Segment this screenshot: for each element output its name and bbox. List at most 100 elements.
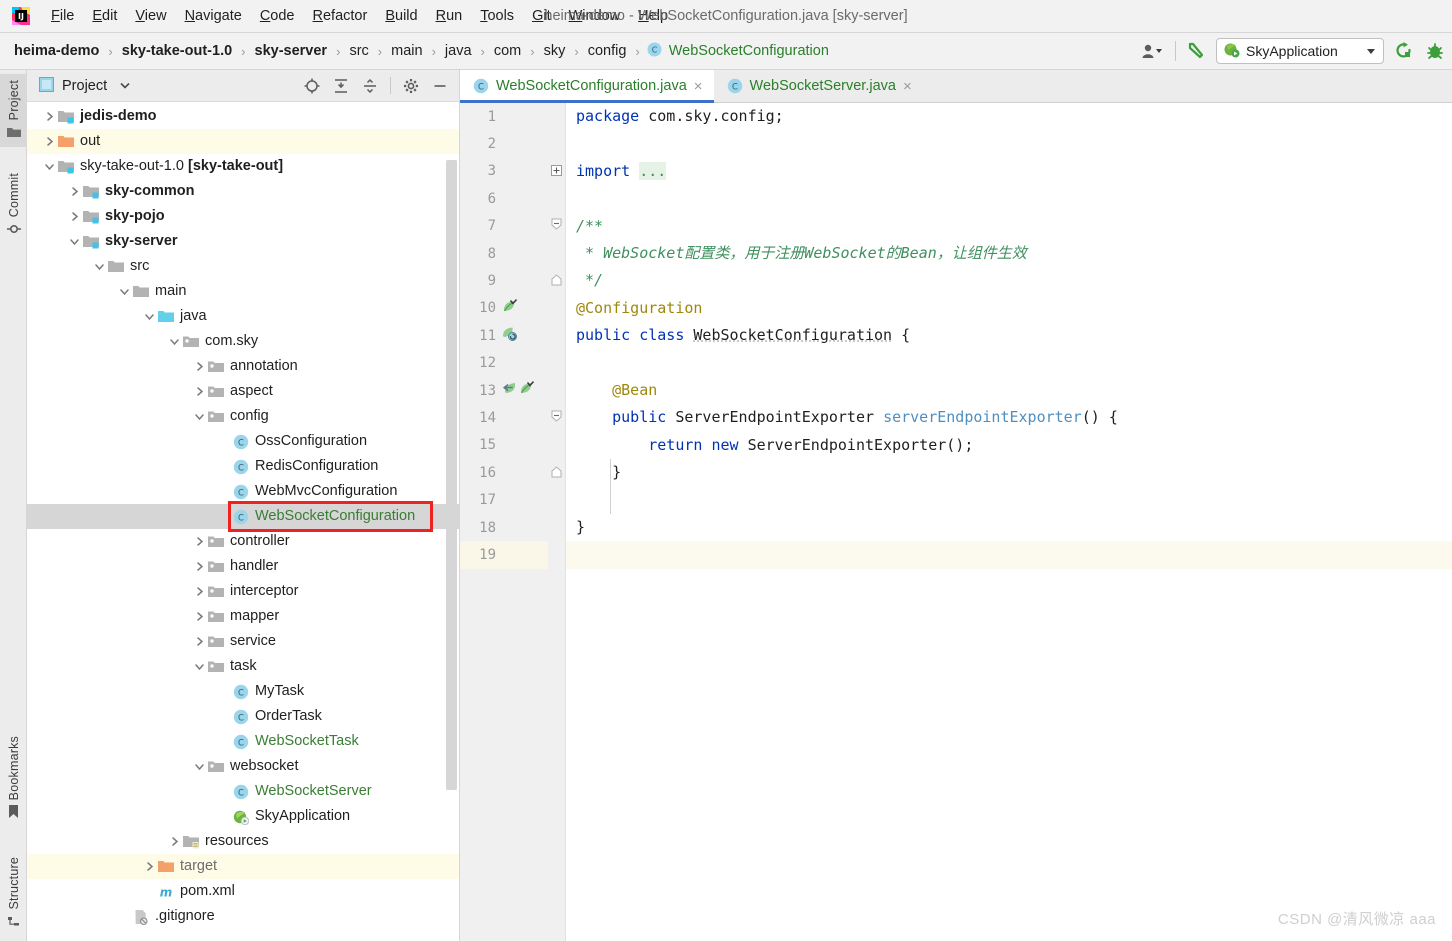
close-icon[interactable]: × [694,79,703,94]
tree-node[interactable]: SkyApplication [27,804,459,829]
code-line[interactable]: public class WebSocketConfiguration { [566,322,1452,349]
code-line[interactable]: import ... [566,158,1452,185]
tree-node[interactable]: controller [27,529,459,554]
chevron-right-icon[interactable] [41,134,57,150]
gutter-line[interactable]: 15 [460,432,548,459]
chevron-right-icon[interactable] [191,359,207,375]
code-line[interactable]: */ [566,267,1452,294]
settings-gear-icon[interactable] [402,77,420,95]
spring-bean-icon[interactable] [502,298,518,318]
spring-bean-icon[interactable] [519,381,535,400]
tree-node[interactable]: java [27,304,459,329]
breadcrumb-sky-take-out-1-0[interactable]: sky-take-out-1.0 [120,42,234,60]
code-line[interactable] [566,541,1452,569]
gutter-line[interactable]: 18 [460,514,548,541]
tree-node[interactable]: websocket [27,754,459,779]
breadcrumb-main[interactable]: main [389,42,424,60]
tree-node-selected[interactable]: C WebSocketConfiguration [27,504,459,529]
menu-build[interactable]: Build [376,5,426,27]
tree-node[interactable]: .gitignore [27,904,459,929]
tree-node[interactable]: out [27,129,459,154]
fold-collapse-start-icon[interactable] [551,218,562,234]
menu-window[interactable]: Window [560,5,630,27]
breadcrumb-heima-demo[interactable]: heima-demo [12,42,101,60]
gutter-line[interactable]: 2 [460,130,548,157]
expand-all-icon[interactable] [332,77,350,95]
tree-node[interactable]: C RedisConfiguration [27,454,459,479]
tool-window-tab-project[interactable]: Project [0,74,27,148]
tree-node[interactable]: C WebSocketServer [27,779,459,804]
chevron-down-icon[interactable] [119,78,131,94]
menu-run[interactable]: Run [427,5,472,27]
run-configuration-selector[interactable]: SkyApplication [1216,38,1384,64]
editor-gutter[interactable]: 1 2 3 6 7 8 9 10 11 12 13 14 15 16 17 18 19 [460,103,548,941]
code-line[interactable]: /** [566,213,1452,240]
gutter-line[interactable]: 6 [460,185,548,212]
chevron-down-icon[interactable] [191,659,207,675]
tree-node[interactable]: jedis-demo [27,104,459,129]
chevron-right-icon[interactable] [191,384,207,400]
tree-node[interactable]: C MyTask [27,679,459,704]
tree-node[interactable]: sky-server [27,229,459,254]
chevron-down-icon[interactable] [91,259,107,275]
code-line[interactable]: @Configuration [566,295,1452,322]
code-line[interactable]: } [566,459,1452,486]
build-hammer-icon[interactable] [1185,40,1207,62]
select-opened-file-icon[interactable] [303,77,321,95]
tree-node[interactable]: aspect [27,379,459,404]
spring-config-icon[interactable] [502,326,517,345]
gutter-line[interactable]: 9 [460,267,548,294]
breadcrumb-websocketconfiguration[interactable]: WebSocketConfiguration [667,42,831,60]
editor-tab[interactable]: C WebSocketConfiguration.java × [460,70,714,103]
menu-code[interactable]: Code [251,5,304,27]
menu-refactor[interactable]: Refactor [304,5,377,27]
chevron-right-icon[interactable] [66,209,82,225]
breadcrumb-config[interactable]: config [586,42,629,60]
tool-window-tab-bookmarks[interactable]: Bookmarks [0,730,27,827]
code-editor[interactable]: 1 2 3 6 7 8 9 10 11 12 13 14 15 16 17 18 19 package com.… [460,103,1452,941]
chevron-right-icon[interactable] [191,609,207,625]
tree-node[interactable]: sky-take-out-1.0 [sky-take-out] [27,154,459,179]
gutter-line[interactable]: 7 [460,213,548,240]
collapse-all-icon[interactable] [361,77,379,95]
tree-node[interactable]: C OssConfiguration [27,429,459,454]
code-line[interactable]: } [566,514,1452,541]
menu-navigate[interactable]: Navigate [176,5,251,27]
tool-window-tab-structure[interactable]: Structure [0,851,27,937]
gutter-line[interactable]: 8 [460,240,548,267]
tree-node[interactable]: C WebSocketTask [27,729,459,754]
chevron-right-icon[interactable] [191,534,207,550]
tree-node[interactable]: handler [27,554,459,579]
code-line[interactable]: public ServerEndpointExporter serverEndp… [566,404,1452,431]
rerun-icon[interactable] [1393,40,1415,62]
tree-node[interactable]: mapper [27,604,459,629]
fold-collapse-end-icon[interactable] [551,465,562,481]
gutter-line[interactable]: 16 [460,459,548,486]
chevron-right-icon[interactable] [166,834,182,850]
chevron-right-icon[interactable] [66,184,82,200]
debug-bug-icon[interactable] [1424,40,1446,62]
gutter-line[interactable]: 17 [460,486,548,513]
tree-node[interactable]: main [27,279,459,304]
code-line[interactable] [566,130,1452,157]
chevron-down-icon[interactable] [191,409,207,425]
close-icon[interactable]: × [903,79,912,94]
editor-tab[interactable]: C WebSocketServer.java × [714,70,923,102]
tree-node[interactable]: sky-common [27,179,459,204]
code-line[interactable]: * WebSocket配置类，用于注册WebSocket的Bean，让组件生效 [566,240,1452,267]
gutter-line[interactable]: 13 [460,377,548,404]
menu-tools[interactable]: Tools [471,5,523,27]
menu-file[interactable]: File [42,5,83,27]
chevron-down-icon[interactable] [166,334,182,350]
chevron-down-icon[interactable] [141,309,157,325]
gutter-line[interactable]: 10 [460,295,548,322]
breadcrumb-src[interactable]: src [347,42,370,60]
fold-collapse-start-icon[interactable] [551,410,562,426]
fold-expand-icon[interactable] [551,163,562,179]
tree-node[interactable]: target [27,854,459,879]
chevron-down-icon[interactable] [1367,48,1375,54]
gutter-line[interactable]: 11 [460,322,548,349]
chevron-right-icon[interactable] [191,559,207,575]
tree-node[interactable]: config [27,404,459,429]
tree-node[interactable]: com.sky [27,329,459,354]
